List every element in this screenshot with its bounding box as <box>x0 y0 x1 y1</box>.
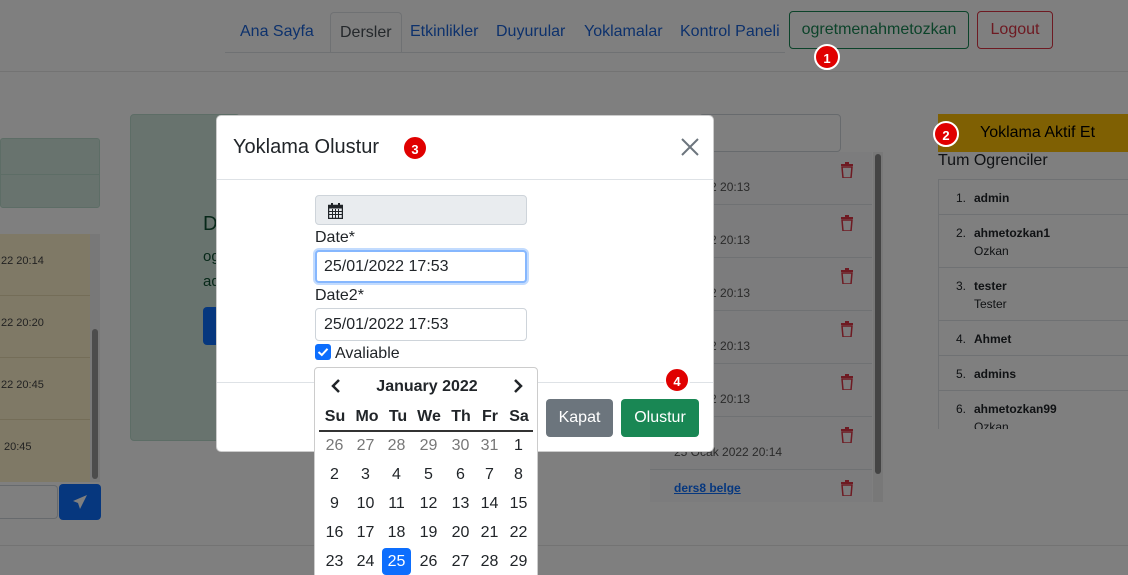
close-icon[interactable] <box>680 137 700 157</box>
datepicker-day[interactable]: 24 <box>351 548 380 575</box>
modal-title: Yoklama Olustur <box>233 136 379 158</box>
datepicker-day[interactable]: 15 <box>504 490 533 517</box>
datepicker-day[interactable]: 29 <box>504 548 533 575</box>
datepicker-day[interactable]: 11 <box>382 490 411 517</box>
datepicker-day[interactable]: 25 <box>382 548 411 575</box>
datepicker: January 2022 Su Mo Tu We Th Fr Sa 26 27 28… <box>314 367 538 575</box>
calendar-addon[interactable] <box>315 195 527 225</box>
weekday-header: Sa <box>509 408 529 425</box>
weekday-header: Fr <box>482 408 498 425</box>
datepicker-day[interactable]: 7 <box>475 461 504 488</box>
datepicker-day[interactable]: 22 <box>504 519 533 546</box>
annotation-marker: 4 <box>664 367 690 393</box>
calendar-icon <box>328 203 343 219</box>
weekday-header: Su <box>324 408 346 425</box>
weekday-header: We <box>417 408 441 425</box>
weekday-header: Th <box>451 408 471 425</box>
close-button[interactable]: Kapat <box>546 399 613 437</box>
datepicker-day[interactable]: 13 <box>446 490 475 517</box>
datepicker-day[interactable]: 28 <box>382 432 411 459</box>
datepicker-day[interactable]: 8 <box>504 461 533 488</box>
datepicker-day[interactable]: 1 <box>504 432 533 459</box>
available-checkbox[interactable] <box>315 344 331 360</box>
datepicker-day[interactable]: 5 <box>414 461 443 488</box>
datepicker-day[interactable]: 17 <box>351 519 380 546</box>
divider <box>217 179 713 180</box>
datepicker-day[interactable]: 2 <box>320 461 349 488</box>
datepicker-day[interactable]: 26 <box>320 432 349 459</box>
date-label: Date* <box>315 229 356 246</box>
datepicker-day[interactable]: 21 <box>475 519 504 546</box>
annotation-marker: 1 <box>814 44 840 70</box>
datepicker-day[interactable]: 16 <box>320 519 349 546</box>
datepicker-day[interactable]: 3 <box>351 461 380 488</box>
datepicker-day[interactable]: 27 <box>446 548 475 575</box>
datepicker-day[interactable]: 29 <box>414 432 443 459</box>
date2-input[interactable]: 25/01/2022 17:53 <box>315 308 527 341</box>
datepicker-day[interactable]: 20 <box>446 519 475 546</box>
datepicker-day[interactable]: 31 <box>475 432 504 459</box>
datepicker-day[interactable]: 6 <box>446 461 475 488</box>
datepicker-day[interactable]: 27 <box>351 432 380 459</box>
datepicker-day[interactable]: 30 <box>446 432 475 459</box>
date2-label: Date2* <box>315 287 364 304</box>
annotation-marker: 3 <box>402 135 428 161</box>
datepicker-day[interactable]: 18 <box>382 519 411 546</box>
datepicker-day[interactable]: 26 <box>414 548 443 575</box>
datepicker-day[interactable]: 10 <box>351 490 380 517</box>
datepicker-day[interactable]: 19 <box>414 519 443 546</box>
date-input[interactable]: 25/01/2022 17:53 <box>315 250 527 283</box>
datepicker-month[interactable]: January 2022 <box>315 378 539 396</box>
create-button[interactable]: Olustur <box>621 399 699 437</box>
datepicker-day[interactable]: 23 <box>320 548 349 575</box>
weekday-header: Mo <box>355 408 379 425</box>
datepicker-day[interactable]: 9 <box>320 490 349 517</box>
datepicker-day[interactable]: 12 <box>414 490 443 517</box>
available-label: Avaliable <box>335 345 400 362</box>
check-icon <box>317 348 329 357</box>
annotation-marker: 2 <box>933 121 959 147</box>
datepicker-day[interactable]: 4 <box>382 461 411 488</box>
datepicker-day[interactable]: 14 <box>475 490 504 517</box>
weekday-header: Tu <box>388 408 408 425</box>
datepicker-day[interactable]: 28 <box>475 548 504 575</box>
chevron-right-icon[interactable] <box>511 378 525 394</box>
